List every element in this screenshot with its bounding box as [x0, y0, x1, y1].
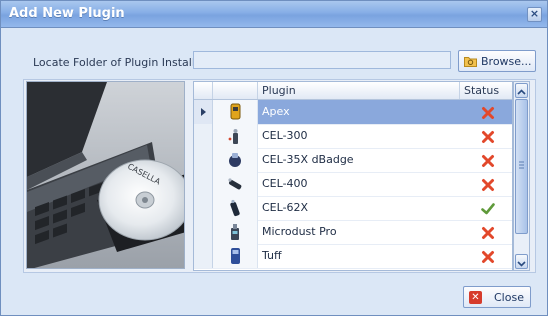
red-x-icon [481, 177, 495, 191]
add-plugin-dialog: Add New Plugin × Locate Folder of Plugin… [0, 0, 548, 316]
device-icon-cell [213, 100, 258, 124]
cel-400-meter-icon [228, 178, 242, 190]
grid-header: Plugin Status [194, 82, 512, 100]
dbadge-icon [229, 153, 241, 167]
column-header-plugin[interactable]: Plugin [262, 84, 296, 97]
scroll-thumb[interactable] [515, 99, 528, 234]
table-row[interactable]: CEL-62X [194, 196, 512, 221]
plugin-name: CEL-62X [262, 201, 309, 214]
grip-icon [519, 161, 524, 169]
microdust-icon [231, 224, 239, 240]
device-icon-cell [213, 244, 258, 268]
chevron-up-icon [517, 89, 526, 95]
plugin-name: Apex [262, 105, 290, 118]
plugin-name: Tuff [262, 249, 282, 262]
red-x-icon [481, 153, 495, 167]
scroll-down-button[interactable] [515, 254, 528, 269]
close-button[interactable]: ✕ Close [463, 286, 531, 308]
table-row[interactable]: Apex [194, 100, 512, 125]
row-header[interactable] [194, 148, 213, 172]
plugin-name: CEL-300 [262, 129, 308, 142]
plugin-grid: Plugin Status Apex CEL-300 CEL-35X dBadge C… [193, 81, 513, 271]
scroll-up-button[interactable] [515, 83, 528, 98]
product-photo: CASELLA [26, 81, 185, 269]
browse-button[interactable]: Browse... [458, 50, 536, 72]
browse-label: Browse... [481, 55, 532, 68]
red-x-icon [481, 249, 495, 263]
plugin-name: Microdust Pro [262, 225, 337, 238]
table-row[interactable]: Tuff [194, 244, 512, 269]
chevron-down-icon [517, 261, 526, 267]
row-header[interactable] [194, 244, 213, 268]
title-bar: Add New Plugin × [1, 1, 547, 28]
close-label: Close [494, 291, 524, 304]
locate-folder-label: Locate Folder of Plugin Installers [33, 56, 212, 69]
device-icon-cell [213, 172, 258, 196]
window-close-icon[interactable]: × [527, 7, 542, 22]
cel-300-meter-icon [228, 129, 238, 144]
vertical-scrollbar[interactable] [513, 81, 530, 271]
device-icon-cell [213, 124, 258, 148]
plugin-name: CEL-400 [262, 177, 308, 190]
apex-pump-icon [230, 103, 241, 120]
tuff-pump-icon [231, 248, 240, 264]
close-icon: ✕ [469, 291, 482, 304]
column-header-status[interactable]: Status [464, 84, 499, 97]
row-header[interactable] [194, 124, 213, 148]
device-icon-cell [213, 220, 258, 244]
row-header[interactable] [194, 100, 213, 124]
row-header[interactable] [194, 220, 213, 244]
device-icon-cell [213, 196, 258, 220]
checkmark-icon [481, 201, 495, 215]
folder-path-input[interactable] [193, 51, 451, 69]
table-row[interactable]: CEL-400 [194, 172, 512, 197]
red-x-icon [481, 225, 495, 239]
red-x-icon [481, 105, 495, 119]
table-row[interactable]: CEL-35X dBadge [194, 148, 512, 173]
window-title: Add New Plugin [9, 6, 125, 21]
row-header[interactable] [194, 196, 213, 220]
current-row-arrow-icon [201, 108, 206, 116]
row-header[interactable] [194, 172, 213, 196]
cel-62x-meter-icon [230, 199, 240, 217]
table-row[interactable]: Microdust Pro [194, 220, 512, 245]
table-row[interactable]: CEL-300 [194, 124, 512, 149]
plugin-name: CEL-35X dBadge [262, 153, 354, 166]
folder-icon [464, 57, 477, 67]
red-x-icon [481, 129, 495, 143]
device-icon-cell [213, 148, 258, 172]
